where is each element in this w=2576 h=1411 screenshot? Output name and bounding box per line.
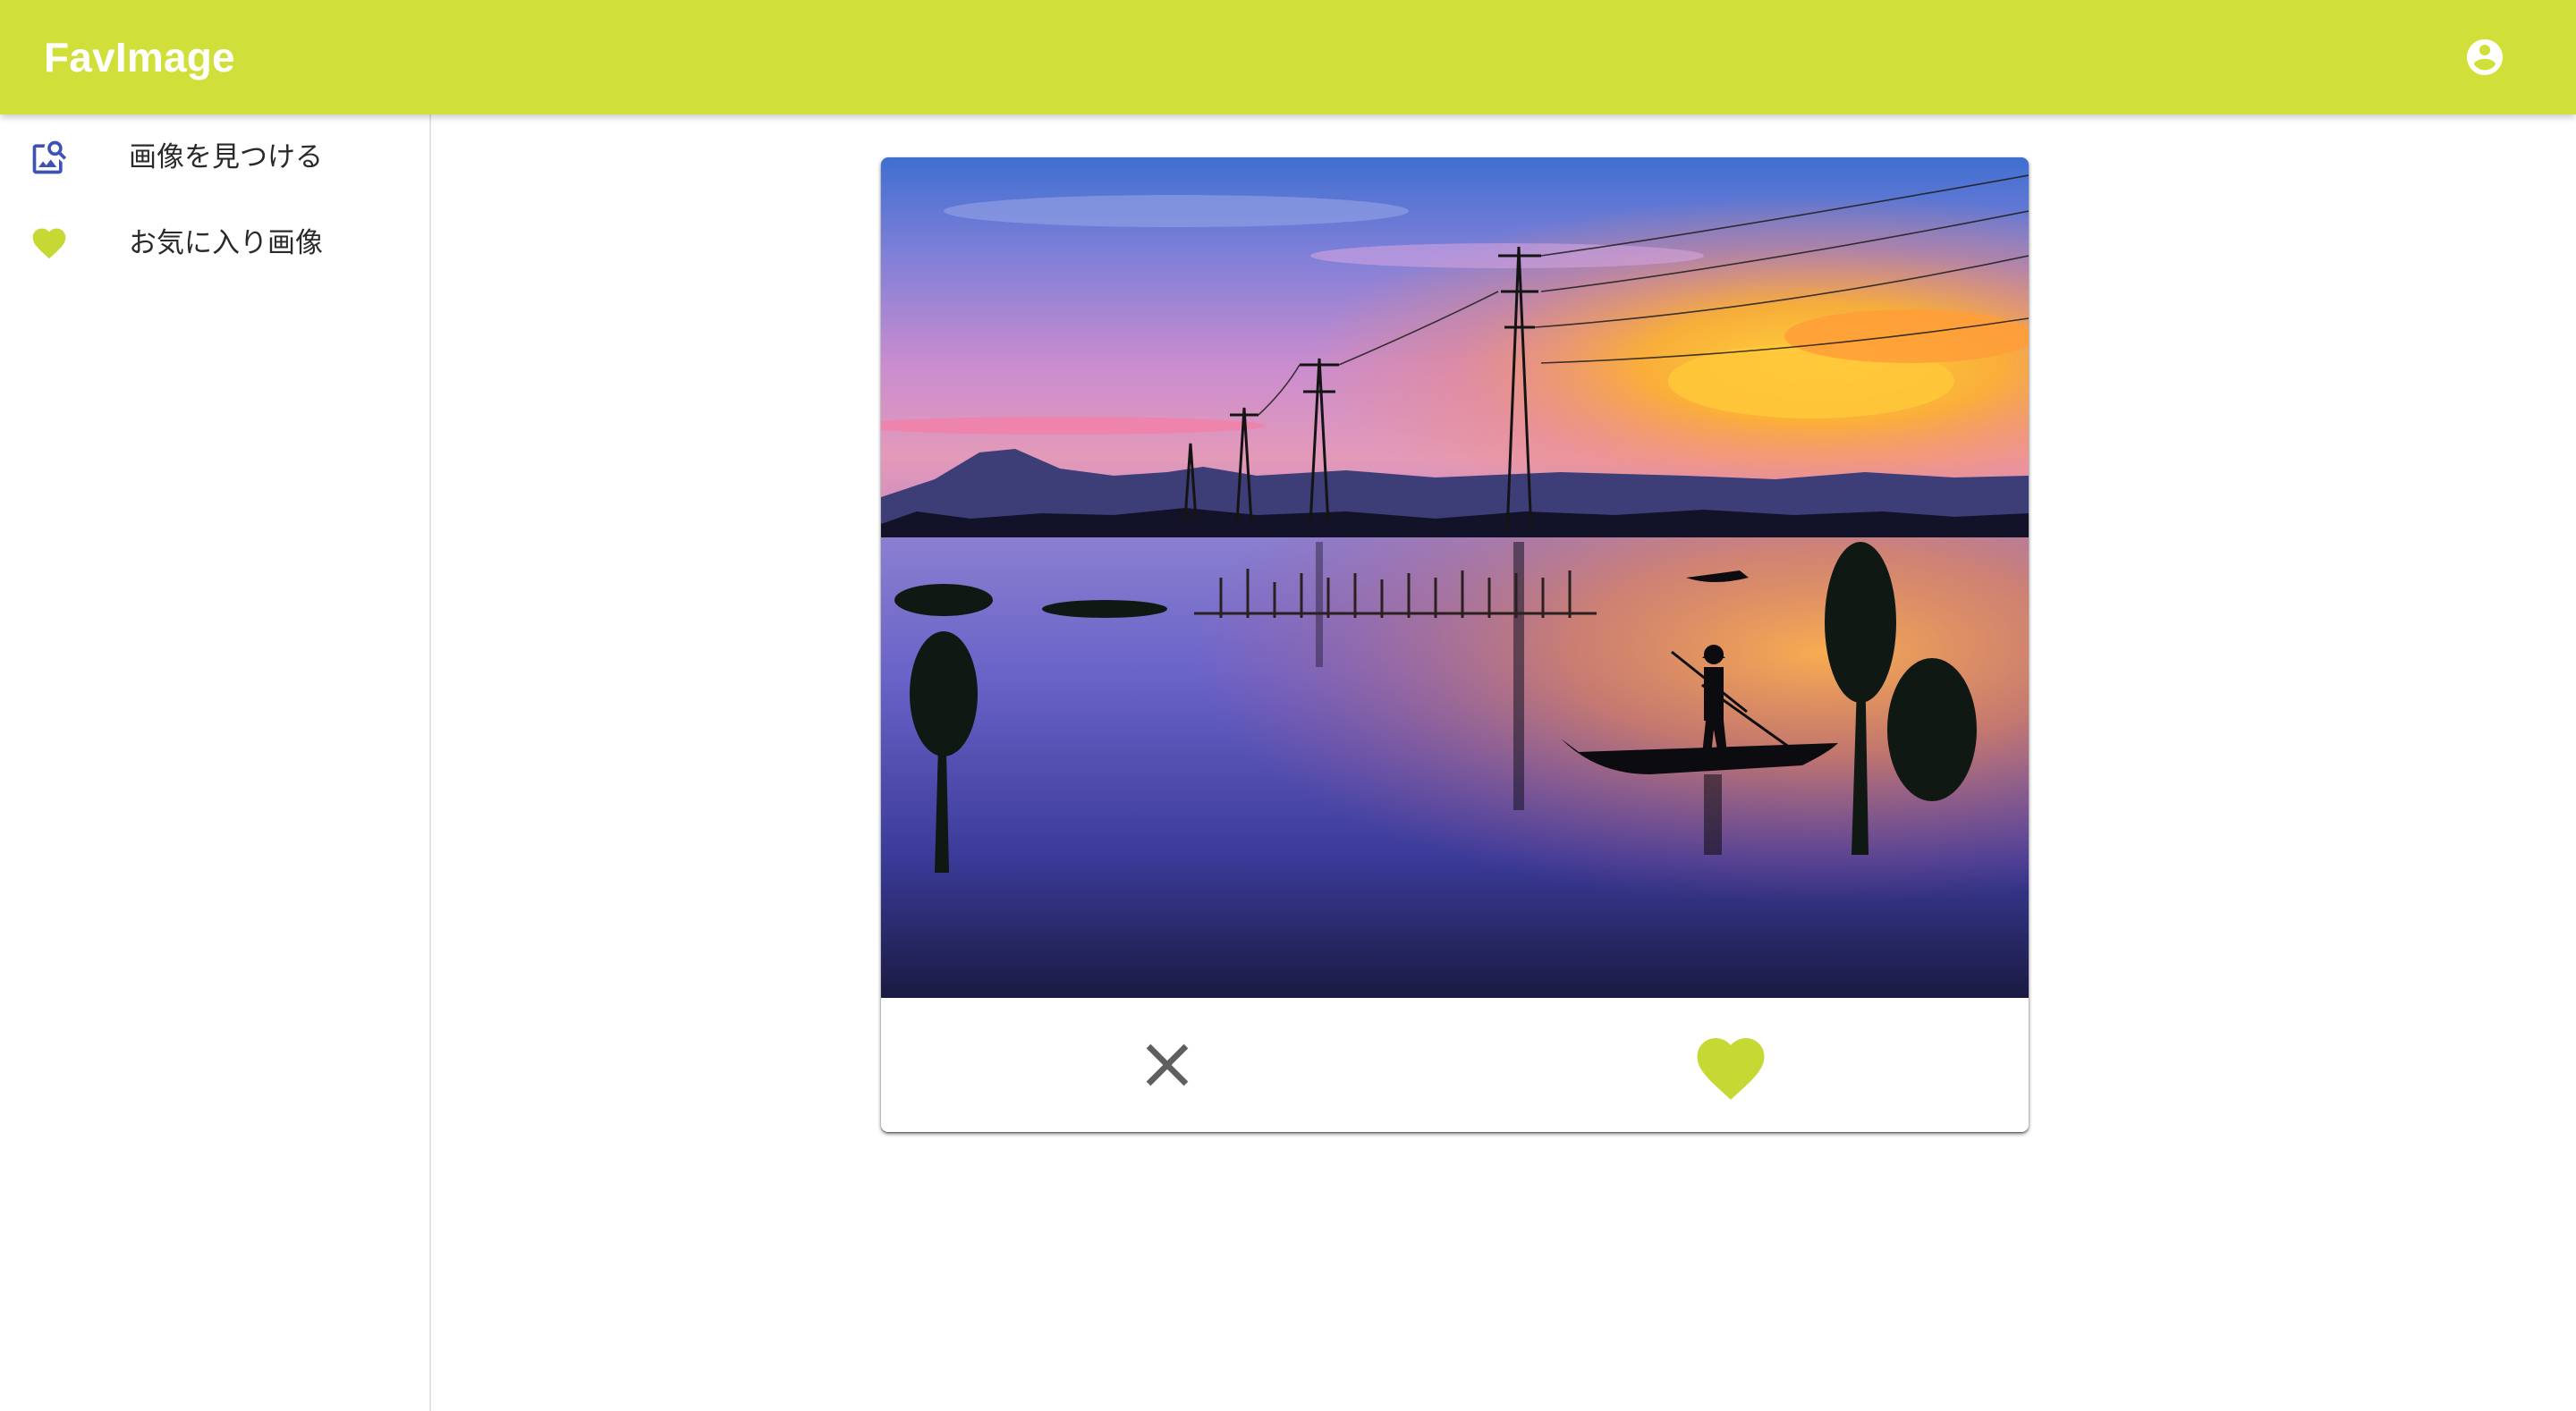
account-circle-icon [2463,36,2506,79]
card-actions [881,998,2029,1132]
app-title: FavImage [44,34,235,80]
card-image [881,157,2029,998]
sidebar-item-label: お気に入り画像 [129,227,323,259]
app-bar: FavImage [0,0,2576,114]
sidebar: 画像を見つける お気に入り画像 [0,114,431,1411]
heart-icon [1690,1027,1771,1103]
sidebar-item-label: 画像を見つける [129,141,323,173]
sidebar-item-favorite-images[interactable]: お気に入り画像 [0,200,429,286]
image-search-icon [30,138,69,177]
dismiss-button[interactable] [1131,1029,1203,1101]
heart-icon [30,224,69,263]
image-card [881,157,2029,1132]
sidebar-item-find-images[interactable]: 画像を見つける [0,114,429,200]
like-button[interactable] [1690,1027,1771,1103]
close-icon [1131,1029,1203,1101]
account-button[interactable] [2463,36,2506,79]
